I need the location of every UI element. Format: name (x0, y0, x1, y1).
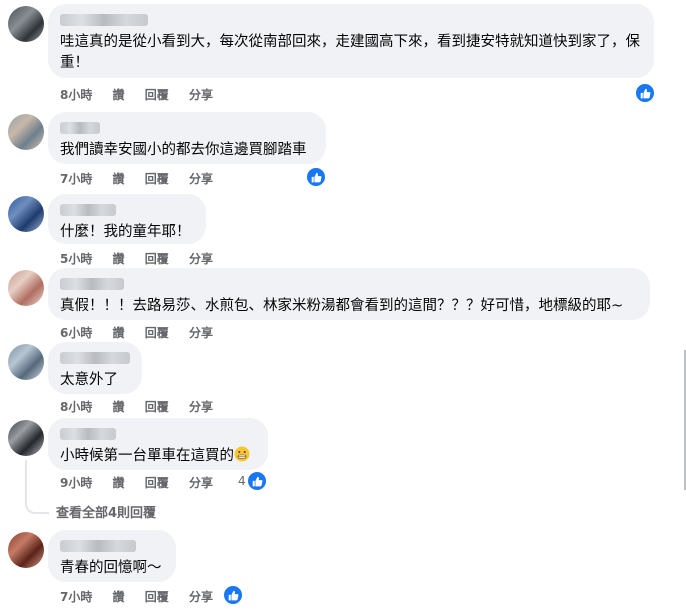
thread-connector-line (25, 460, 49, 514)
like-button[interactable]: 讚 (113, 400, 125, 414)
commenter-name[interactable] (60, 352, 130, 364)
comment-bubble: 哇這真的是從小看到大，每次從南部回來，走建國高下來，看到捷安特就知道快到家了，保… (48, 4, 654, 78)
view-all-replies-link[interactable]: 查看全部4則回覆 (56, 502, 156, 521)
comment-text: 我們讀幸安國小的都去你這邊買腳踏車 (60, 142, 307, 158)
comment-bubble: 真假！！！去路易莎、水煎包、林家米粉湯都會看到的這間？？？好可惜，地標級的耶~ (48, 268, 650, 320)
comment-actions: 8小時 讚 回覆 分享 (60, 398, 229, 415)
share-button[interactable]: 分享 (189, 590, 213, 604)
avatar[interactable] (8, 6, 44, 42)
like-reaction-icon[interactable] (246, 470, 268, 492)
comment-text: 什麼！我的童年耶！ (60, 224, 191, 240)
timestamp[interactable]: 5小時 (60, 252, 92, 266)
like-button[interactable]: 讚 (113, 590, 125, 604)
timestamp[interactable]: 8小時 (60, 88, 92, 102)
reply-button[interactable]: 回覆 (145, 400, 169, 414)
like-button[interactable]: 讚 (113, 476, 125, 490)
like-button[interactable]: 讚 (113, 252, 125, 266)
share-button[interactable]: 分享 (189, 88, 213, 102)
reply-button[interactable]: 回覆 (145, 326, 169, 340)
share-button[interactable]: 分享 (189, 476, 213, 490)
comment-actions: 7小時 讚 回覆 分享 (60, 588, 229, 605)
avatar[interactable] (8, 420, 44, 456)
reply-button[interactable]: 回覆 (145, 172, 169, 186)
avatar[interactable] (8, 270, 44, 306)
commenter-name[interactable] (60, 278, 124, 290)
comment-text: 小時候第一台單車在這買的 (60, 446, 256, 467)
timestamp[interactable]: 7小時 (60, 590, 92, 604)
comment-actions: 8小時 讚 回覆 分享 (60, 86, 229, 103)
like-reaction-icon[interactable] (222, 584, 244, 606)
reply-button[interactable]: 回覆 (145, 88, 169, 102)
like-reaction-icon[interactable] (634, 82, 656, 104)
share-button[interactable]: 分享 (189, 400, 213, 414)
comment-bubble: 什麼！我的童年耶！ (48, 194, 206, 244)
reply-button[interactable]: 回覆 (145, 590, 169, 604)
comment-actions: 7小時 讚 回覆 分享 (60, 170, 229, 187)
grimacing-face-emoji-icon (234, 446, 250, 462)
like-reaction-icon[interactable] (305, 166, 327, 188)
timestamp[interactable]: 9小時 (60, 476, 92, 490)
comment-bubble: 太意外了 (48, 342, 142, 394)
like-button[interactable]: 讚 (113, 326, 125, 340)
comment-text: 太意外了 (60, 372, 118, 388)
comment-bubble: 青春的回憶啊～ (48, 530, 176, 582)
like-button[interactable]: 讚 (113, 172, 125, 186)
timestamp[interactable]: 6小時 (60, 326, 92, 340)
share-button[interactable]: 分享 (189, 252, 213, 266)
like-button[interactable]: 讚 (113, 88, 125, 102)
comment-actions: 6小時 讚 回覆 分享 (60, 324, 229, 341)
comment-text-body: 小時候第一台單車在這買的 (60, 448, 234, 464)
comment-text: 真假！！！去路易莎、水煎包、林家米粉湯都會看到的這間？？？好可惜，地標級的耶~ (60, 298, 624, 314)
avatar[interactable] (8, 532, 44, 568)
like-count[interactable]: 4 (238, 474, 246, 488)
commenter-name[interactable] (60, 204, 116, 216)
comment-bubble: 我們讀幸安國小的都去你這邊買腳踏車 (48, 112, 326, 164)
avatar[interactable] (8, 114, 44, 150)
avatar[interactable] (8, 344, 44, 380)
comment-actions: 9小時 讚 回覆 分享 (60, 474, 229, 491)
reply-button[interactable]: 回覆 (145, 476, 169, 490)
timestamp[interactable]: 7小時 (60, 172, 92, 186)
reply-button[interactable]: 回覆 (145, 252, 169, 266)
share-button[interactable]: 分享 (189, 326, 213, 340)
share-button[interactable]: 分享 (189, 172, 213, 186)
commenter-name[interactable] (60, 540, 136, 552)
commenter-name[interactable] (60, 14, 148, 26)
commenter-name[interactable] (60, 428, 116, 440)
commenter-name[interactable] (60, 122, 100, 134)
timestamp[interactable]: 8小時 (60, 400, 92, 414)
comment-bubble: 小時候第一台單車在這買的 (48, 418, 268, 470)
comment-actions: 5小時 讚 回覆 分享 (60, 250, 229, 267)
avatar[interactable] (8, 196, 44, 232)
comment-text: 青春的回憶啊～ (60, 560, 162, 576)
comment-text: 哇這真的是從小看到大，每次從南部回來，走建國高下來，看到捷安特就知道快到家了，保… (60, 34, 640, 71)
